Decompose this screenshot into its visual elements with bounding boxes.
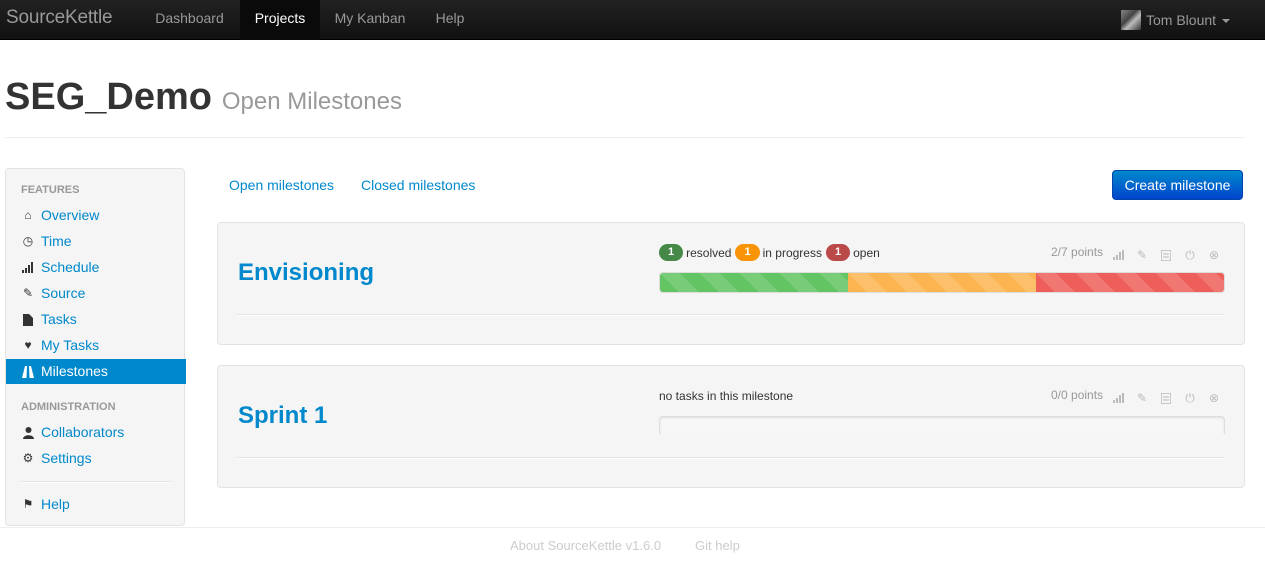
points-label: 0/0 points [1051, 388, 1104, 402]
sidebar-item-schedule[interactable]: Schedule [6, 255, 186, 280]
sidebar-item-label: My Tasks [41, 337, 100, 353]
milestone-title[interactable]: Envisioning [238, 259, 374, 287]
progress-resolved [660, 273, 848, 292]
cog-icon: ⚙ [22, 451, 34, 465]
progress-in-progress [847, 273, 1036, 292]
sidebar-item-label: Collaborators [41, 424, 125, 440]
milestone-actions: ✎ ⏻ ⊗ [1111, 391, 1231, 405]
sidebar-item-label: Schedule [41, 259, 100, 275]
nav-projects[interactable]: Projects [240, 0, 320, 40]
milestone-card-sprint-1: Sprint 1 no tasks in this milestone 0/0 … [217, 365, 1245, 488]
road-icon [21, 365, 35, 379]
open-label: open [853, 245, 880, 260]
signal-icon[interactable] [1111, 391, 1125, 405]
task-counts: 1 resolved 1 in progress 1 open [659, 244, 884, 261]
administration-header: Administration [21, 401, 116, 413]
power-icon[interactable]: ⏻ [1183, 391, 1197, 405]
sidebar-item-source[interactable]: ✎ Source [6, 281, 186, 306]
close-icon[interactable]: ⊗ [1207, 248, 1221, 262]
nav-help[interactable]: Help [420, 0, 480, 40]
power-icon[interactable]: ⏻ [1183, 248, 1197, 262]
progress-open [1035, 273, 1224, 292]
sidebar-item-settings[interactable]: ⚙ Settings [6, 446, 186, 471]
sidebar-item-label: Tasks [41, 311, 77, 327]
sidebar-item-label: Time [41, 233, 72, 249]
list-icon[interactable] [1159, 391, 1173, 405]
open-count-badge: 1 [825, 244, 851, 261]
pencil-icon[interactable]: ✎ [1135, 248, 1149, 262]
resolved-label: resolved [686, 245, 732, 260]
sidebar-item-milestones[interactable]: Milestones [6, 359, 186, 384]
create-milestone-button[interactable]: Create milestone [1112, 170, 1243, 200]
git-help-link[interactable]: Git help [695, 538, 740, 553]
in-progress-count-badge: 1 [735, 244, 760, 261]
points-label: 2/7 points [1051, 245, 1104, 259]
sidebar-item-overview[interactable]: ⌂ Overview [6, 203, 186, 228]
milestone-progress-bar-empty [659, 416, 1225, 434]
flag-icon: ⚑ [22, 497, 34, 511]
sidebar-item-my-tasks[interactable]: ♥ My Tasks [6, 333, 186, 358]
top-navbar: SourceKettle Dashboard Projects My Kanba… [0, 0, 1265, 40]
sidebar-item-label: Milestones [41, 363, 108, 379]
tab-open-milestones[interactable]: Open milestones [229, 177, 334, 193]
sidebar-item-label: Settings [41, 450, 92, 466]
sidebar-item-label: Source [41, 285, 86, 301]
user-menu[interactable]: Tom Blount [1121, 0, 1231, 40]
close-icon[interactable]: ⊗ [1207, 391, 1221, 405]
user-icon [21, 426, 35, 440]
milestone-actions: ✎ ⏻ ⊗ [1111, 248, 1231, 262]
footer: About SourceKettle v1.6.0 Git help [0, 527, 1265, 571]
resolved-count-badge: 1 [659, 244, 684, 261]
sidebar-item-label: Help [41, 496, 70, 512]
signal-icon[interactable] [1111, 248, 1125, 262]
page-header: SEG_Demo Open Milestones [5, 76, 1245, 138]
nav-my-kanban[interactable]: My Kanban [320, 0, 420, 40]
signal-icon [21, 261, 35, 275]
no-tasks-message: no tasks in this milestone [659, 389, 794, 403]
sidebar-item-label: Overview [41, 207, 100, 223]
sidebar-item-time[interactable]: ◷ Time [6, 229, 186, 254]
features-header: Features [21, 184, 80, 196]
in-progress-label: in progress [762, 245, 822, 260]
list-icon[interactable] [1159, 248, 1173, 262]
about-link[interactable]: About SourceKettle v1.6.0 [510, 538, 661, 553]
milestone-divider [237, 314, 1225, 316]
sidebar-item-help[interactable]: ⚑ Help [6, 492, 186, 517]
page-subtitle: Open Milestones [221, 88, 402, 115]
sidebar-item-collaborators[interactable]: Collaborators [6, 420, 186, 445]
file-icon [21, 313, 35, 327]
home-icon: ⌂ [24, 208, 32, 222]
chevron-down-icon [1222, 19, 1231, 23]
project-sidebar: Features ⌂ Overview ◷ Time Schedule ✎ Sourc… [5, 168, 186, 526]
sidebar-divider [21, 481, 171, 483]
heart-icon: ♥ [24, 338, 32, 352]
brand-logo[interactable]: SourceKettle [6, 7, 113, 29]
tab-closed-milestones[interactable]: Closed milestones [361, 177, 475, 193]
pencil-icon: ✎ [22, 286, 34, 300]
milestone-progress-bar [659, 272, 1225, 293]
pencil-icon[interactable]: ✎ [1135, 391, 1149, 405]
nav-dashboard[interactable]: Dashboard [139, 0, 240, 40]
milestone-card-envisioning: Envisioning 1 resolved 1 in progress 1 o… [217, 222, 1245, 345]
milestone-divider [237, 457, 1225, 459]
avatar [1121, 10, 1141, 30]
sidebar-item-tasks[interactable]: Tasks [6, 307, 186, 332]
project-title: SEG_Demo [5, 76, 212, 118]
clock-icon: ◷ [22, 234, 34, 248]
milestone-title[interactable]: Sprint 1 [238, 402, 327, 430]
user-name: Tom Blount [1146, 12, 1217, 28]
